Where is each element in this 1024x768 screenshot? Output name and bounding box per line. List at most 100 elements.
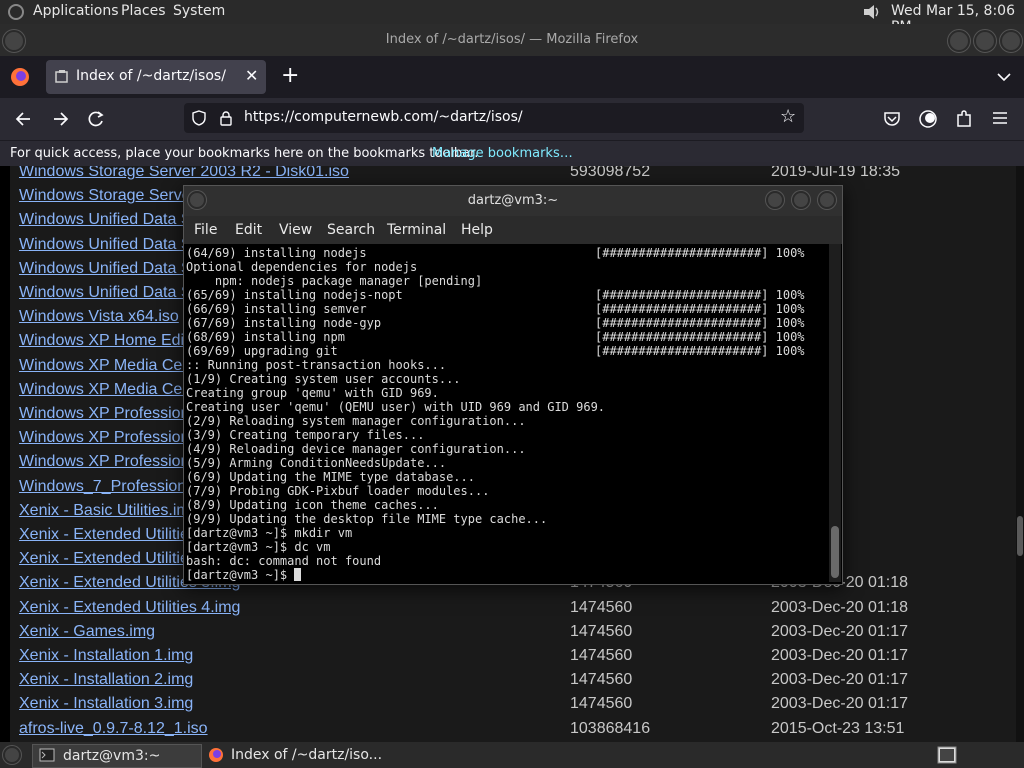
file-link[interactable]: Windows XP Profession bbox=[19, 405, 189, 423]
file-link[interactable]: Windows Unified Data S bbox=[19, 260, 192, 278]
terminal-window[interactable]: dartz@vm3:~ File Edit View Search Termin… bbox=[183, 185, 843, 585]
terminal-maximize-button[interactable] bbox=[792, 191, 810, 209]
file-link[interactable]: Windows Storage Server 2003 R2 - Disk01.… bbox=[19, 166, 349, 181]
firefox-icon[interactable] bbox=[10, 67, 30, 87]
page-favicon-icon bbox=[55, 70, 68, 83]
terminal-prompt-line[interactable]: [dartz@vm3 ~]$ bbox=[186, 568, 826, 582]
maximize-button[interactable] bbox=[974, 30, 996, 52]
terminal-prompt: [dartz@vm3 ~]$ bbox=[186, 568, 295, 582]
file-link[interactable]: Xenix - Basic Utilities.im bbox=[19, 502, 190, 520]
file-link[interactable]: Windows XP Profession bbox=[19, 453, 189, 471]
file-size: 1474560 bbox=[570, 695, 633, 713]
terminal-title: dartz@vm3:~ bbox=[467, 193, 559, 208]
hamburger-menu-icon[interactable] bbox=[991, 110, 1009, 126]
file-link[interactable]: Xenix - Extended Utilitie bbox=[19, 526, 189, 544]
file-link[interactable]: Windows XP Media Cer bbox=[19, 381, 188, 399]
tab-index-of-isos[interactable]: Index of /~dartz/isos/ ✕ bbox=[46, 60, 266, 94]
terminal-menu-view[interactable]: View bbox=[279, 222, 312, 238]
terminal-minimize-button[interactable] bbox=[766, 191, 784, 209]
progress-bar-text: [######################] 100% bbox=[595, 246, 805, 260]
terminal-line: Creating group 'qemu' with GID 969. bbox=[186, 386, 826, 400]
system-menu[interactable]: System bbox=[173, 3, 225, 19]
file-link[interactable]: Xenix - Installation 1.img bbox=[19, 647, 193, 665]
terminal-line: (2/9) Reloading system manager configura… bbox=[186, 414, 826, 428]
taskbar-item-firefox[interactable]: Index of /~dartz/iso... bbox=[202, 744, 392, 766]
file-link[interactable]: Windows XP Profession bbox=[19, 429, 189, 447]
file-link[interactable]: Xenix - Extended Utilities 4.img bbox=[19, 599, 240, 617]
page-scrollbar[interactable] bbox=[1016, 166, 1024, 742]
progress-bar-text: [######################] 100% bbox=[595, 344, 805, 358]
show-desktop-button[interactable] bbox=[3, 746, 21, 764]
terminal-line-text: (6/9) Updating the MIME type database... bbox=[186, 470, 475, 484]
terminal-line: (6/9) Updating the MIME type database... bbox=[186, 470, 826, 484]
extensions-icon[interactable] bbox=[955, 109, 973, 129]
file-link[interactable]: Windows_7_Profession bbox=[19, 478, 186, 496]
url-bar[interactable]: https://computernewb.com/~dartz/isos/ ☆ bbox=[184, 103, 804, 133]
terminal-line: (9/9) Updating the desktop file MIME typ… bbox=[186, 512, 826, 526]
terminal-line: (64/69) installing nodejs [##############… bbox=[186, 246, 826, 260]
page-scrollbar-thumb[interactable] bbox=[1017, 516, 1023, 556]
places-menu[interactable]: Places bbox=[121, 3, 166, 19]
bookmark-star-icon[interactable]: ☆ bbox=[780, 106, 796, 127]
terminal-menu-edit[interactable]: Edit bbox=[235, 222, 262, 238]
list-all-tabs-icon[interactable] bbox=[996, 70, 1012, 84]
window-menu-button[interactable] bbox=[3, 30, 25, 52]
account-icon[interactable] bbox=[918, 109, 938, 129]
firefox-titlebar: Index of /~dartz/isos/ — Mozilla Firefox bbox=[0, 24, 1024, 56]
terminal-window-menu-button[interactable] bbox=[188, 191, 206, 209]
terminal-close-button[interactable] bbox=[818, 191, 836, 209]
file-link[interactable]: Windows XP Media Cer bbox=[19, 357, 188, 375]
file-link[interactable]: Xenix - Installation 3.img bbox=[19, 695, 193, 713]
new-tab-icon[interactable]: + bbox=[281, 63, 299, 88]
terminal-line-text: (9/9) Updating the desktop file MIME typ… bbox=[186, 512, 548, 526]
gnome-logo-icon[interactable] bbox=[8, 4, 24, 20]
tracking-shield-icon[interactable] bbox=[191, 110, 207, 126]
lock-icon[interactable] bbox=[218, 110, 234, 126]
tab-title: Index of /~dartz/isos/ bbox=[76, 68, 226, 84]
applications-menu[interactable]: Applications bbox=[33, 3, 119, 19]
reload-icon[interactable] bbox=[86, 109, 106, 129]
terminal-menu-file[interactable]: File bbox=[194, 222, 217, 238]
taskbar-item-label: Index of /~dartz/iso... bbox=[231, 747, 383, 763]
terminal-line: :: Running post-transaction hooks... bbox=[186, 358, 826, 372]
file-link[interactable]: Windows XP Home Edit bbox=[19, 332, 189, 350]
minimize-button[interactable] bbox=[948, 30, 970, 52]
firefox-icon bbox=[209, 748, 223, 762]
terminal-line-text: [dartz@vm3 ~]$ dc vm bbox=[186, 540, 331, 554]
terminal-menu-terminal[interactable]: Terminal bbox=[387, 222, 446, 238]
window-title: Index of /~dartz/isos/ — Mozilla Firefox bbox=[385, 32, 639, 47]
file-link[interactable]: Xenix - Extended Utilitie bbox=[19, 550, 189, 568]
file-link[interactable]: afros-live_0.9.7-8.12_1.iso bbox=[19, 720, 208, 738]
volume-icon[interactable] bbox=[862, 3, 882, 21]
forward-icon[interactable] bbox=[50, 109, 70, 129]
url-text[interactable]: https://computernewb.com/~dartz/isos/ bbox=[244, 109, 523, 125]
terminal-line: npm: nodejs package manager [pending] bbox=[186, 274, 826, 288]
pocket-icon[interactable] bbox=[883, 110, 901, 128]
file-link[interactable]: Windows Vista x64.iso bbox=[19, 308, 179, 326]
terminal-scrollbar-thumb[interactable] bbox=[831, 526, 839, 578]
terminal-output[interactable]: (64/69) installing nodejs [##############… bbox=[186, 246, 826, 582]
file-link[interactable]: Windows Unified Data S bbox=[19, 236, 192, 254]
file-link[interactable]: Windows Unified Data S bbox=[19, 284, 192, 302]
terminal-line: (3/9) Creating temporary files... bbox=[186, 428, 826, 442]
terminal-menu-search[interactable]: Search bbox=[327, 222, 375, 238]
terminal-line: (69/69) upgrading git [##################… bbox=[186, 344, 826, 358]
close-window-button[interactable] bbox=[1000, 30, 1022, 52]
file-date: 2003-Dec-20 01:17 bbox=[771, 695, 908, 713]
file-link[interactable]: Xenix - Games.img bbox=[19, 623, 155, 641]
terminal-cursor bbox=[294, 568, 302, 581]
file-date: 2003-Dec-20 01:18 bbox=[771, 598, 908, 616]
back-icon[interactable] bbox=[14, 109, 34, 129]
file-link[interactable]: Windows Unified Data S bbox=[19, 211, 192, 229]
taskbar-item-terminal[interactable]: dartz@vm3:~ bbox=[32, 744, 202, 768]
terminal-titlebar[interactable]: dartz@vm3:~ bbox=[184, 186, 842, 216]
terminal-line: (4/9) Reloading device manager configura… bbox=[186, 442, 826, 456]
file-link[interactable]: Xenix - Installation 2.img bbox=[19, 671, 193, 689]
workspace-switcher-icon[interactable] bbox=[937, 746, 957, 764]
terminal-menu-help[interactable]: Help bbox=[461, 222, 493, 238]
file-link[interactable]: Windows Storage Serve bbox=[19, 187, 191, 205]
terminal-scrollbar[interactable] bbox=[829, 244, 841, 582]
close-tab-icon[interactable]: ✕ bbox=[245, 66, 258, 85]
manage-bookmarks-link[interactable]: Manage bookmarks… bbox=[432, 146, 573, 161]
terminal-line: [dartz@vm3 ~]$ dc vm bbox=[186, 540, 826, 554]
